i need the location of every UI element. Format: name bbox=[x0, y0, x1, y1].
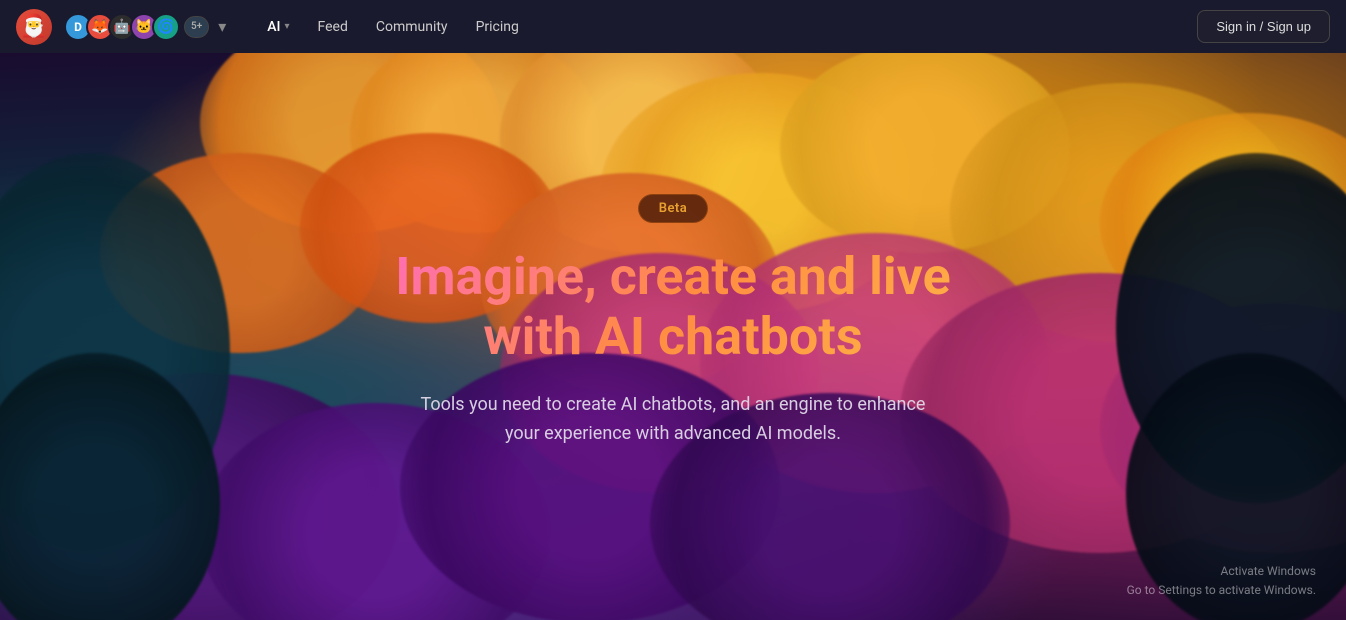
beta-badge: Beta bbox=[638, 194, 709, 223]
avatar-user-4[interactable]: 🌀 bbox=[152, 13, 180, 41]
avatar-group: D 🦊 🤖 🐱 🌀 5+ ▾ bbox=[64, 13, 231, 41]
hero-content: Beta Imagine, create and live with AI ch… bbox=[0, 53, 1346, 620]
avatar-dropdown-icon[interactable]: ▾ bbox=[213, 18, 231, 36]
hero-subtitle: Tools you need to create AI chatbots, an… bbox=[421, 391, 926, 449]
activate-windows-notice: Activate Windows Go to Settings to activ… bbox=[1127, 562, 1316, 600]
ai-chevron-icon: ▾ bbox=[284, 21, 289, 32]
nav-link-community[interactable]: Community bbox=[364, 13, 460, 41]
hero-section: Beta Imagine, create and live with AI ch… bbox=[0, 53, 1346, 620]
hero-title: Imagine, create and live with AI chatbot… bbox=[395, 247, 950, 367]
nav-link-pricing[interactable]: Pricing bbox=[464, 13, 531, 41]
nav-link-feed[interactable]: Feed bbox=[306, 13, 360, 41]
nav-link-ai[interactable]: AI ▾ bbox=[255, 13, 301, 41]
navbar: D 🦊 🤖 🐱 🌀 5+ ▾ AI ▾ Feed Community Prici… bbox=[0, 0, 1346, 53]
logo[interactable] bbox=[16, 9, 52, 45]
nav-links: AI ▾ Feed Community Pricing bbox=[255, 13, 531, 41]
avatar-count: 5+ bbox=[184, 16, 209, 38]
sign-in-button[interactable]: Sign in / Sign up bbox=[1197, 10, 1330, 43]
